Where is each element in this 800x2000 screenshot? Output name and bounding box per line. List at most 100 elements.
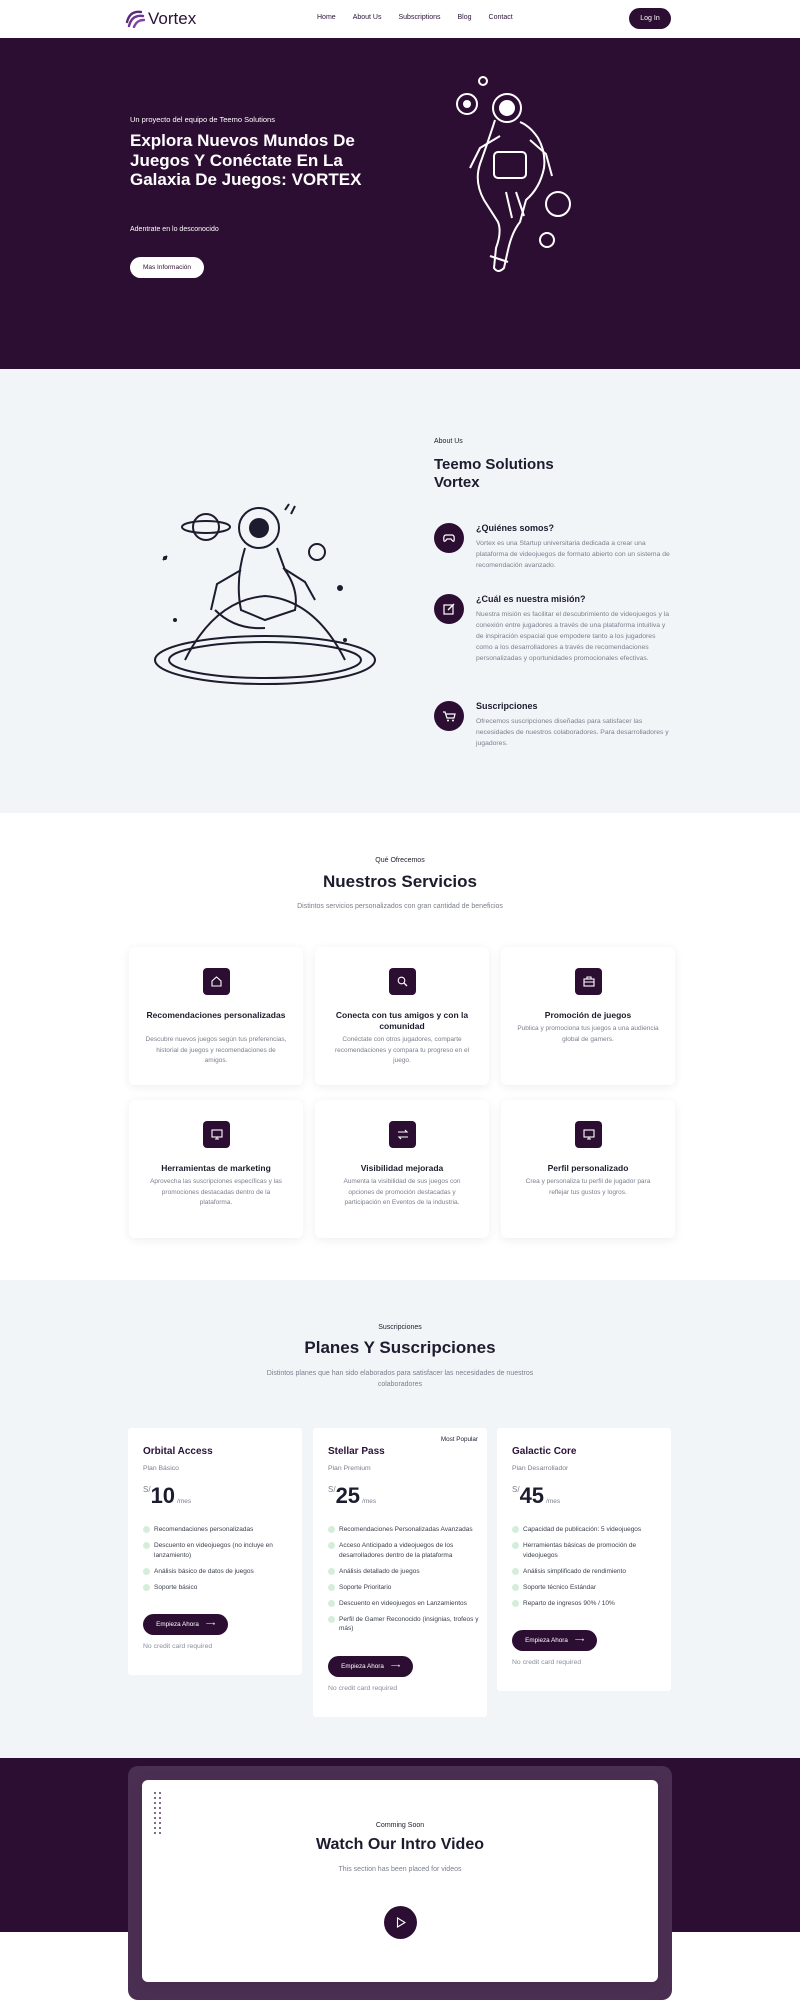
- plan-features: Recomendaciones Personalizadas Avanzadas…: [328, 1525, 480, 1640]
- service-card-text: Publica y promociona tus juegos a una au…: [517, 1025, 659, 1043]
- check-icon: [512, 1583, 519, 1591]
- service-card-title: Promoción de juegos: [544, 1010, 632, 1020]
- check-icon: [328, 1583, 335, 1591]
- no-credit-card-note: No credit card required: [328, 1685, 398, 1692]
- plan-feature: Perfil de Gamer Reconocido (insignias, t…: [328, 1615, 480, 1634]
- plan-feature: Análisis simplificado de rendimiento: [512, 1567, 664, 1577]
- about-item-mission: ¿Cuál es nuestra misión? Nuestra misión …: [434, 594, 674, 684]
- check-icon: [512, 1599, 519, 1607]
- plan-feature: Capacidad de publicación: 5 videojuegos: [512, 1525, 664, 1535]
- plan-level: Plan Premium: [328, 1465, 371, 1472]
- nav-link-subscriptions[interactable]: Subscriptions: [398, 14, 440, 21]
- check-icon: [328, 1599, 335, 1607]
- plan-name: Orbital Access: [143, 1446, 213, 1457]
- plan-feature: Acceso Anticipado a videojuegos de los d…: [328, 1541, 480, 1560]
- check-icon: [512, 1526, 519, 1533]
- plan-feature: Soporte técnico Estándar: [512, 1583, 664, 1593]
- plans-kicker: Suscripciones: [378, 1324, 422, 1331]
- check-icon: [512, 1567, 519, 1575]
- video-kicker: Comming Soon: [375, 1822, 425, 1829]
- arrow-right-icon: ⟶: [574, 1637, 584, 1644]
- nav-link-about[interactable]: About Us: [353, 14, 382, 21]
- more-info-button[interactable]: Mas Información: [130, 257, 204, 278]
- check-icon: [328, 1526, 335, 1533]
- no-credit-card-note: No credit card required: [143, 1643, 213, 1650]
- floating-astronaut-illustration: [456, 76, 571, 272]
- service-card: Visibilidad mejorada Aumenta la visibili…: [315, 1100, 489, 1238]
- hero-section: [0, 38, 800, 369]
- transfer-icon: [389, 1121, 416, 1148]
- plan-card-orbital: Orbital Access Plan Básico S/ 10 /mes Re…: [128, 1428, 302, 1675]
- play-button[interactable]: [384, 1906, 417, 1939]
- arrow-right-icon: ⟶: [390, 1663, 400, 1670]
- plans-subtitle: Distintos planes que han sido elaborados…: [266, 1370, 534, 1388]
- plan-card-stellar: Most Popular Stellar Pass Plan Premium S…: [313, 1428, 487, 1717]
- plan-feature: Reparto de ingresos 90% / 10%: [512, 1599, 664, 1609]
- price-amount: 25: [335, 1483, 361, 1508]
- about-item-text: Nuestra misión es facilitar el descubrim…: [476, 611, 670, 662]
- plan-price: S/ 45 /mes: [512, 1484, 560, 1508]
- edit-icon: [434, 594, 464, 624]
- main-menu: Home About Us Subscriptions Blog Contact: [317, 14, 530, 21]
- sitting-astronaut-illustration: [154, 503, 376, 685]
- plan-feature: Soporte básico: [143, 1583, 295, 1593]
- service-card-text: Conéctate con otros jugadores, comparte …: [334, 1036, 470, 1064]
- nav-link-blog[interactable]: Blog: [458, 14, 472, 21]
- check-icon: [328, 1615, 335, 1623]
- plan-price: S/ 10 /mes: [143, 1484, 191, 1508]
- price-currency: S/: [512, 1485, 520, 1494]
- services-subtitle: Distintos servicios personalizados con g…: [297, 903, 503, 910]
- nav-link-home[interactable]: Home: [317, 14, 336, 21]
- about-item-text: Ofrecemos suscripciones diseñadas para s…: [476, 718, 669, 747]
- start-now-button[interactable]: Empieza Ahora ⟶: [328, 1656, 413, 1677]
- service-card: Herramientas de marketing Aprovecha las …: [129, 1100, 303, 1238]
- service-card-title: Perfil personalizado: [547, 1163, 629, 1173]
- briefcase-icon: [575, 968, 602, 995]
- nav-link-contact[interactable]: Contact: [489, 14, 513, 21]
- search-icon: [389, 968, 416, 995]
- check-icon: [328, 1567, 335, 1575]
- start-now-button[interactable]: Empieza Ahora ⟶: [143, 1614, 228, 1635]
- video-card: [142, 1780, 658, 1982]
- plans-title: Planes Y Suscripciones: [304, 1338, 496, 1357]
- plan-feature: Recomendaciones personalizadas: [143, 1525, 295, 1535]
- about-item-text: Vortex es una Startup universitaria dedi…: [476, 540, 670, 569]
- price-currency: S/: [143, 1485, 151, 1494]
- no-credit-card-note: No credit card required: [512, 1659, 582, 1666]
- service-card-text: Crea y personaliza tu perfil de jugador …: [525, 1178, 651, 1196]
- login-button[interactable]: Log In: [629, 8, 671, 29]
- service-card: Recomendaciones personalizadas Descubre …: [129, 947, 303, 1085]
- service-card-title: Visibilidad mejorada: [360, 1163, 444, 1173]
- about-item-title: ¿Cuál es nuestra misión?: [476, 594, 586, 604]
- arrow-right-icon: ⟶: [205, 1621, 215, 1628]
- brand-logo[interactable]: Vortex: [125, 9, 196, 29]
- brand-name: Vortex: [148, 9, 197, 28]
- home-icon: [203, 968, 230, 995]
- gamepad-icon: [434, 523, 464, 553]
- about-title: Teemo Solutions Vortex: [434, 456, 554, 491]
- hero-title: Explora Nuevos Mundos De Juegos Y Conéct…: [130, 131, 362, 189]
- service-card: Perfil personalizado Crea y personaliza …: [501, 1100, 675, 1238]
- about-item-who: ¿Quiénes somos? Vortex es una Startup un…: [434, 523, 674, 583]
- plan-feature: Recomendaciones Personalizadas Avanzadas: [328, 1525, 480, 1535]
- plan-level: Plan Desarrollador: [512, 1465, 569, 1472]
- check-icon: [143, 1583, 150, 1591]
- hero-subtitle: Adentrate en lo desconocido: [130, 226, 219, 233]
- plan-feature: Soporte Prioritario: [328, 1583, 480, 1593]
- price-amount: 45: [519, 1483, 545, 1508]
- monitor-icon: [575, 1121, 602, 1148]
- services-kicker: Qué Ofrecemos: [375, 857, 425, 864]
- start-now-button[interactable]: Empieza Ahora ⟶: [512, 1630, 597, 1651]
- services-title: Nuestros Servicios: [322, 872, 477, 891]
- service-card-title: Herramientas de marketing: [161, 1163, 271, 1173]
- price-period: /mes: [546, 1498, 561, 1505]
- monitor-icon: [203, 1121, 230, 1148]
- check-icon: [143, 1567, 150, 1575]
- price-period: /mes: [177, 1498, 192, 1505]
- plan-card-galactic: Galactic Core Plan Desarrollador S/ 45 /…: [497, 1428, 671, 1691]
- service-card: Promoción de juegos Publica y promociona…: [501, 947, 675, 1085]
- plan-feature: Descuento en videojuegos en Lanzamientos: [328, 1599, 480, 1609]
- plan-features: Capacidad de publicación: 5 videojuegos …: [512, 1525, 664, 1615]
- vortex-logo-icon: [125, 10, 145, 28]
- video-title: Watch Our Intro Video: [315, 1836, 484, 1853]
